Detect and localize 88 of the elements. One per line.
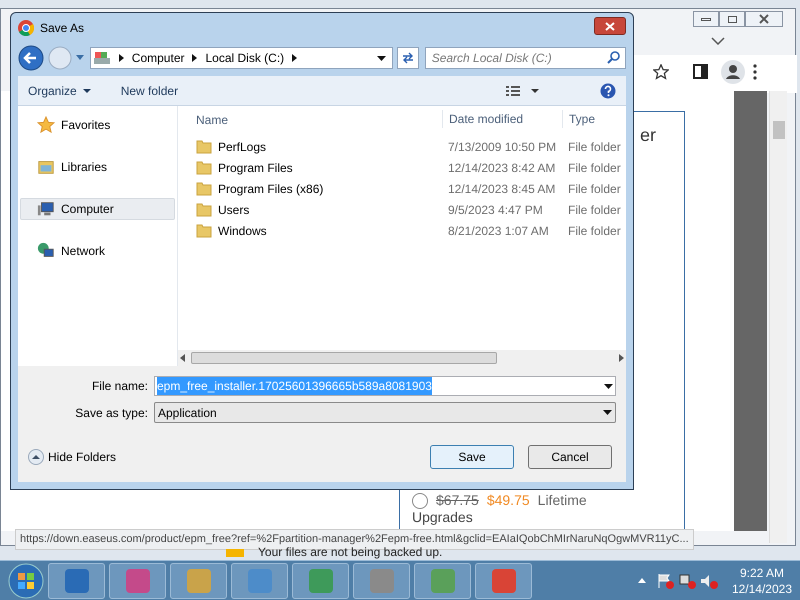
folder-icon	[196, 223, 212, 238]
window-title: Save As	[40, 20, 84, 37]
price-term: Lifetime	[538, 491, 587, 510]
menu-icon[interactable]	[753, 64, 757, 80]
computer-icon	[37, 200, 55, 218]
volume-icon[interactable]	[700, 572, 718, 588]
breadcrumb[interactable]: Local Disk (C:)	[205, 49, 284, 67]
upgrades-label: Upgrades	[412, 509, 473, 525]
file-name-label: File name:	[90, 378, 148, 395]
flag-icon[interactable]	[656, 572, 674, 588]
star-icon[interactable]	[653, 64, 669, 80]
type-cell-text: File folder	[567, 222, 621, 240]
caret-icon[interactable]	[76, 55, 84, 61]
minimize-button[interactable]	[693, 11, 719, 27]
type-cell-text: File folder	[567, 180, 621, 198]
type-cell-text: File folder	[567, 138, 621, 156]
horizontal-scrollbar[interactable]	[178, 350, 626, 366]
organize-button[interactable]: Organize	[28, 82, 91, 100]
library-icon	[37, 158, 55, 176]
dropdown-arrow-icon[interactable]	[604, 384, 613, 388]
dropdown-arrow-icon	[603, 410, 612, 415]
column-header[interactable]: Type	[562, 110, 626, 128]
folder-icon	[196, 139, 212, 154]
clock-time[interactable]: 9:22 AM	[740, 564, 784, 580]
date-cell-text: 8/21/2023 1:07 AM	[447, 222, 550, 240]
tray-arrow-icon[interactable]	[638, 578, 646, 583]
date-cell-text: 7/13/2009 10:50 PM	[447, 138, 558, 156]
chrome-icon	[18, 20, 34, 36]
side-panel-icon[interactable]	[693, 64, 708, 79]
nav-item[interactable]: Computer	[20, 198, 175, 220]
type-cell-text: File folder	[567, 160, 621, 176]
folder-icon	[196, 181, 212, 196]
search-icon	[607, 51, 620, 64]
back-button[interactable]	[18, 45, 44, 71]
address-bar[interactable]: Computer Local Disk (C:)	[90, 47, 393, 69]
search-field[interactable]: Search Local Disk (C:)	[424, 47, 626, 69]
nav-item[interactable]: Network	[20, 240, 175, 262]
network-icon	[37, 242, 55, 260]
close-icon	[759, 14, 769, 24]
scroll-left-icon[interactable]	[180, 354, 185, 362]
file-name-cell[interactable]: Program Files	[218, 158, 293, 176]
nav-item[interactable]: Favorites	[20, 114, 175, 136]
clock-date[interactable]: 12/14/2023	[732, 580, 792, 596]
star-icon	[37, 116, 55, 134]
drive-icon	[92, 50, 111, 66]
taskbar-app-button[interactable]	[48, 562, 105, 598]
scrollbar[interactable]	[769, 91, 787, 543]
hide-folders-button[interactable]: Hide Folders	[28, 448, 116, 466]
profile-icon[interactable]	[721, 60, 745, 84]
close-button[interactable]	[745, 11, 783, 27]
network-icon[interactable]	[678, 572, 696, 588]
new-folder-button[interactable]: New folder	[120, 82, 178, 100]
chevron-right-icon[interactable]	[118, 54, 124, 62]
date-cell-text: 9/5/2023 4:47 PM	[447, 202, 544, 218]
cancel-button[interactable]: Cancel	[528, 445, 612, 469]
folder-icon	[196, 202, 212, 217]
date-cell-text: 12/14/2023 8:45 AM	[447, 180, 556, 198]
file-name-cell[interactable]: Users	[218, 200, 250, 218]
chevron-right-icon[interactable]	[292, 54, 298, 62]
save-type-label: Save as type:	[74, 404, 148, 422]
chevron-right-icon[interactable]	[192, 54, 198, 62]
save-button[interactable]: Save	[430, 445, 514, 469]
collapse-icon	[28, 449, 44, 465]
refresh-icon	[400, 52, 415, 64]
type-cell-text: File folder	[567, 202, 621, 218]
refresh-button[interactable]	[396, 47, 419, 69]
date-cell-text: 12/14/2023 8:42 AM	[447, 160, 556, 176]
close-icon	[605, 22, 615, 30]
restore-button[interactable]	[719, 11, 745, 27]
radio-button[interactable]	[412, 492, 428, 508]
dropdown-arrow-icon[interactable]	[376, 56, 386, 60]
save-type-dropdown[interactable]: Application	[154, 402, 616, 423]
file-name-cell[interactable]: Windows	[218, 222, 267, 240]
file-name-cell[interactable]: PerfLogs	[218, 138, 266, 156]
close-button[interactable]	[594, 17, 626, 35]
start-button[interactable]	[8, 562, 44, 598]
folder-icon	[196, 160, 212, 175]
scroll-right-icon[interactable]	[619, 354, 624, 362]
old-price: $67.75	[436, 491, 479, 510]
nav-item[interactable]: Libraries	[20, 156, 175, 178]
help-icon[interactable]	[600, 82, 616, 98]
column-header[interactable]: Name	[178, 109, 442, 129]
file-name-cell[interactable]: Program Files (x86)	[218, 180, 324, 198]
column-header[interactable]: Date modified	[442, 110, 562, 128]
new-price: $49.75	[486, 491, 530, 510]
breadcrumb[interactable]: Computer	[132, 49, 184, 67]
chevron-down-icon[interactable]	[711, 37, 725, 45]
card-heading: er	[640, 124, 656, 147]
